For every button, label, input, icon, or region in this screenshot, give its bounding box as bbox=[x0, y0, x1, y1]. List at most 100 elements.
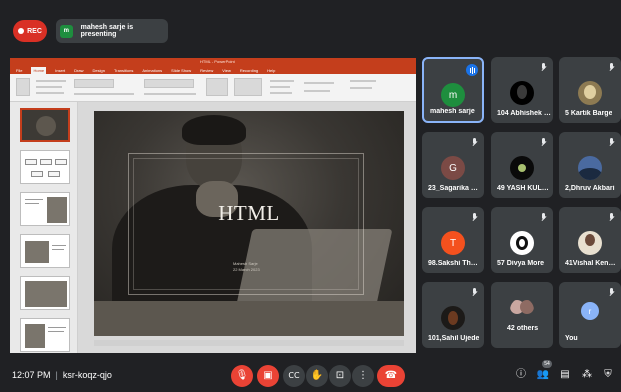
participant-name: 98.Sakshi Thorat bbox=[428, 260, 482, 267]
participant-avatar: G bbox=[441, 156, 465, 180]
activities-icon: ⁂ bbox=[582, 369, 592, 380]
recording-indicator[interactable]: REC bbox=[13, 20, 47, 42]
slide-thumbnail-panel[interactable] bbox=[10, 102, 78, 353]
bottom-control-bar: 12:07 PM | ksr-koqz-qjo 🎙 ▣ CC ✋ ⊡ ⋮ ☎ ⓘ… bbox=[0, 358, 621, 392]
host-controls-button[interactable]: ⛨ bbox=[601, 368, 615, 382]
ribbon-tab: Review bbox=[200, 68, 214, 73]
participant-avatar bbox=[510, 231, 534, 255]
people-button[interactable]: 👥 bbox=[536, 368, 550, 382]
camera-toggle-button[interactable]: ▣ bbox=[257, 365, 279, 387]
raise-hand-button[interactable]: ✋ bbox=[306, 365, 328, 387]
participant-tile[interactable]: 101,Sahil Ujede bbox=[422, 282, 484, 348]
powerpoint-workspace: HTML Mahesh Sarje 22 March 2023 bbox=[10, 102, 416, 353]
participant-count-badge: 54 bbox=[542, 360, 552, 368]
participant-name: 41Vishal Kendre bbox=[565, 260, 619, 267]
participant-tile[interactable]: 41Vishal Kendre bbox=[559, 207, 621, 273]
raise-hand-icon: ✋ bbox=[310, 370, 324, 381]
slide-thumbnail[interactable] bbox=[20, 318, 70, 352]
camera-off-icon: ▣ bbox=[263, 370, 273, 381]
shared-screen[interactable]: HTML - PowerPoint File Home Insert Draw … bbox=[10, 58, 416, 353]
recording-label: REC bbox=[27, 27, 42, 35]
participant-avatar bbox=[441, 306, 465, 330]
current-slide[interactable]: HTML Mahesh Sarje 22 March 2023 bbox=[94, 111, 404, 336]
participant-name: 101,Sahil Ujede bbox=[428, 335, 480, 342]
mic-off-icon bbox=[609, 63, 615, 72]
meeting-code: ksr-koqz-qjo bbox=[62, 370, 112, 380]
mic-off-icon bbox=[541, 213, 547, 222]
participant-tile[interactable]: G 23_Sagarika Gai... bbox=[422, 132, 484, 198]
participant-tile[interactable]: m mahesh sarje bbox=[422, 57, 484, 123]
presenting-text: mahesh sarje is presenting bbox=[80, 24, 134, 38]
participant-tile[interactable]: 42 others bbox=[491, 282, 553, 348]
mic-off-icon bbox=[541, 138, 547, 147]
ribbon-tab: Recording bbox=[239, 68, 259, 73]
notes-bar bbox=[94, 340, 404, 346]
participant-avatar: m bbox=[441, 83, 465, 107]
participant-avatar bbox=[510, 156, 534, 180]
slide-thumbnail[interactable] bbox=[20, 192, 70, 226]
mic-off-icon bbox=[472, 213, 478, 222]
end-call-icon: ☎ bbox=[384, 370, 398, 381]
mic-off-icon bbox=[472, 138, 478, 147]
slide-thumbnail[interactable] bbox=[20, 276, 70, 310]
participant-tile[interactable]: 5 Kartik Barge bbox=[559, 57, 621, 123]
slide-thumbnail[interactable] bbox=[20, 108, 70, 142]
presenting-banner[interactable]: m mahesh sarje is presenting bbox=[56, 19, 168, 43]
participant-tile[interactable]: r You bbox=[559, 282, 621, 348]
present-now-icon: ⊡ bbox=[335, 370, 345, 381]
ribbon-tab: Draw bbox=[74, 68, 84, 73]
captions-icon: CC bbox=[288, 371, 300, 380]
participant-name: 23_Sagarika Gai... bbox=[428, 185, 482, 192]
slide-thumbnail[interactable] bbox=[20, 150, 70, 184]
ribbon-tab: Slide Show bbox=[171, 68, 192, 73]
paste-icon bbox=[16, 78, 30, 96]
participant-tile[interactable]: 57 Divya More bbox=[491, 207, 553, 273]
participant-avatar bbox=[510, 81, 534, 105]
ribbon-tab: Animations bbox=[142, 68, 163, 73]
participant-tile[interactable]: 104 Abhishek W... bbox=[491, 57, 553, 123]
participant-tile[interactable]: T 98.Sakshi Thorat bbox=[422, 207, 484, 273]
participant-avatar: T bbox=[441, 231, 465, 255]
participant-tile[interactable]: 2,Dhruv Akbari bbox=[559, 132, 621, 198]
mic-off-icon bbox=[609, 213, 615, 222]
presenter-avatar: m bbox=[60, 24, 73, 38]
participant-name: 57 Divya More bbox=[497, 260, 545, 267]
info-icon: ⓘ bbox=[516, 369, 526, 380]
ribbon-tab: File bbox=[16, 68, 23, 73]
record-dot-icon bbox=[18, 28, 25, 34]
ribbon-tab: View bbox=[222, 68, 231, 73]
captions-button[interactable]: CC bbox=[283, 365, 305, 387]
participant-avatar bbox=[578, 156, 602, 180]
mic-off-icon bbox=[472, 288, 478, 297]
meeting-info: 12:07 PM | ksr-koqz-qjo bbox=[12, 370, 112, 380]
meeting-details-button[interactable]: ⓘ bbox=[514, 368, 528, 382]
more-options-icon: ⋮ bbox=[358, 370, 368, 381]
ribbon-toolbar bbox=[10, 74, 416, 102]
people-icon: 👥 bbox=[536, 369, 550, 380]
participant-name: 104 Abhishek W... bbox=[497, 110, 551, 117]
ribbon-tab: Home bbox=[31, 67, 47, 74]
others-avatars bbox=[510, 298, 534, 322]
powerpoint-title-bar: HTML - PowerPoint bbox=[10, 58, 416, 67]
slide-title: HTML bbox=[218, 201, 280, 225]
activities-button[interactable]: ⁂ bbox=[580, 368, 594, 382]
ribbon-tab: Insert bbox=[55, 68, 66, 73]
top-bar: REC m mahesh sarje is presenting bbox=[0, 0, 621, 58]
more-options-button[interactable]: ⋮ bbox=[352, 365, 374, 387]
participant-name: 42 others bbox=[507, 325, 539, 332]
mic-off-icon bbox=[609, 288, 615, 297]
participant-tile[interactable]: 49 YASH KULKA... bbox=[491, 132, 553, 198]
chat-button[interactable]: ▤ bbox=[558, 368, 572, 382]
participant-avatar bbox=[578, 231, 602, 255]
participant-name: 5 Kartik Barge bbox=[565, 110, 613, 117]
mic-toggle-button[interactable]: 🎙 bbox=[231, 365, 253, 387]
slide-thumbnail[interactable] bbox=[20, 234, 70, 268]
window-title: HTML - PowerPoint bbox=[200, 59, 235, 64]
participant-name: mahesh sarje bbox=[430, 108, 475, 115]
chat-icon: ▤ bbox=[560, 369, 570, 380]
clock-time: 12:07 PM bbox=[12, 370, 51, 380]
mic-off-icon bbox=[541, 63, 547, 72]
end-call-button[interactable]: ☎ bbox=[377, 365, 405, 387]
present-now-button[interactable]: ⊡ bbox=[329, 365, 351, 387]
ribbon-tab: Design bbox=[92, 68, 105, 73]
